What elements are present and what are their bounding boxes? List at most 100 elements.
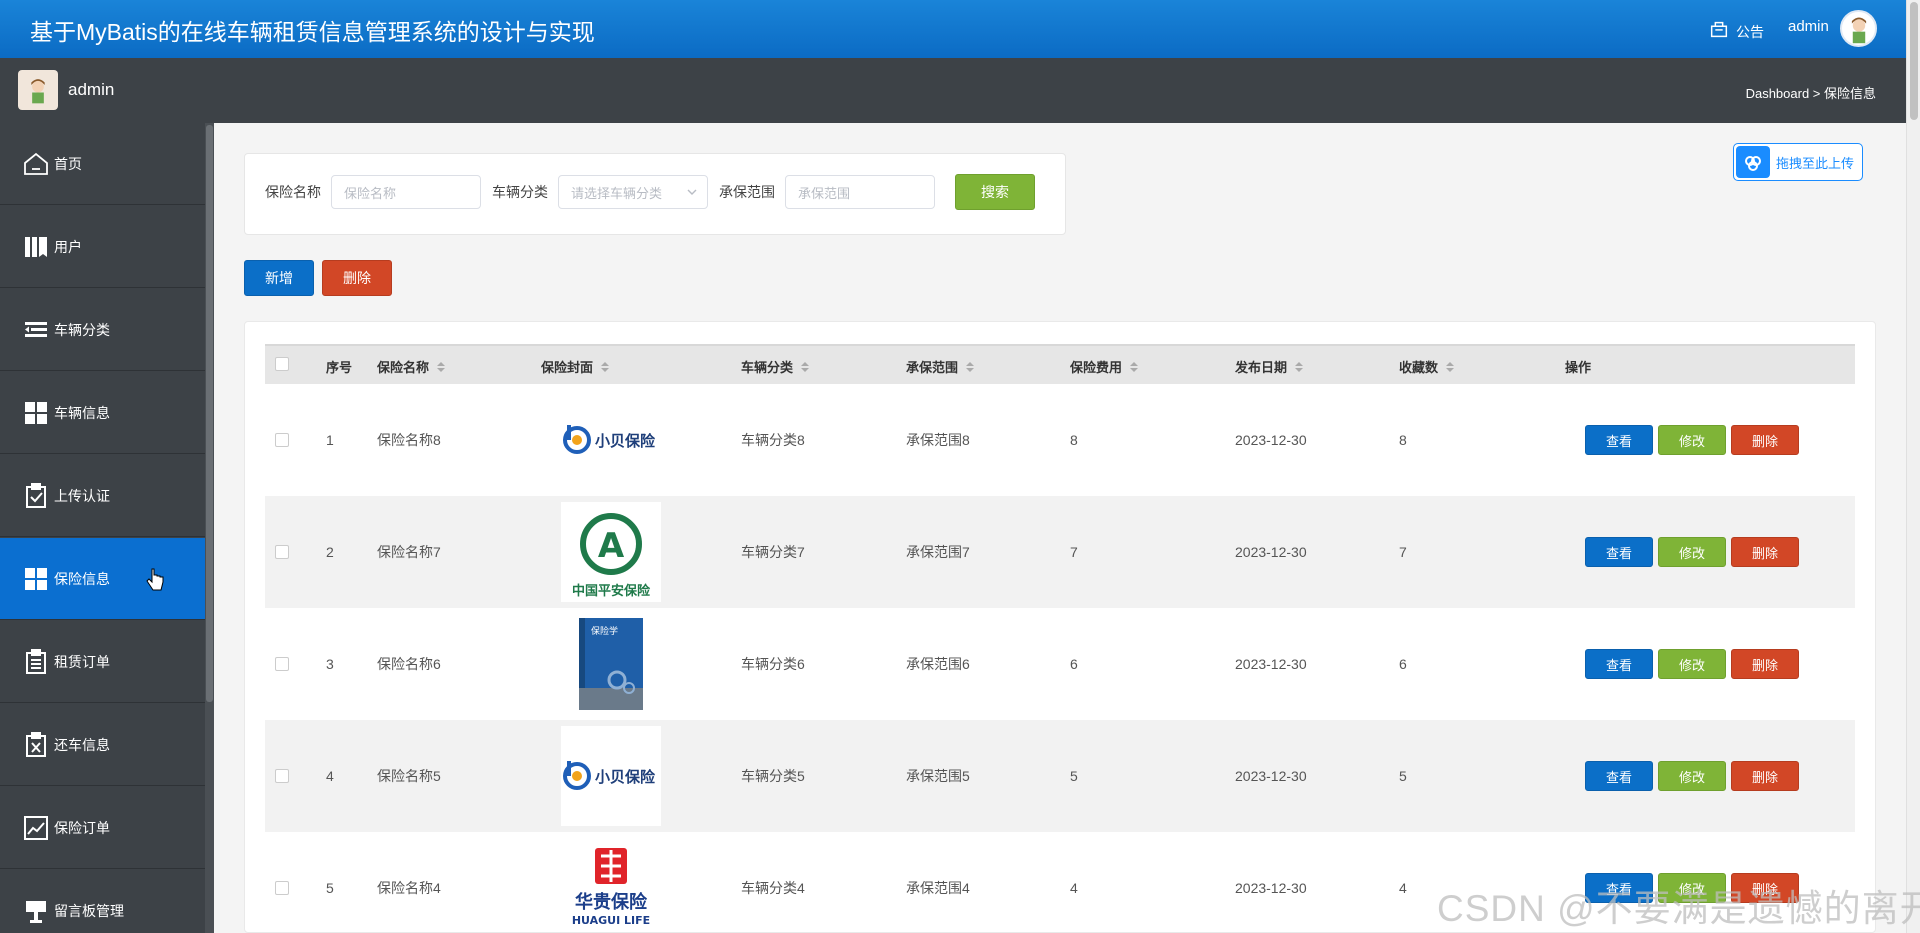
view-button[interactable]: 查看 <box>1585 537 1653 567</box>
delete-button[interactable]: 删除 <box>1731 649 1799 679</box>
search-scope-input[interactable]: 承保范围 <box>785 175 935 209</box>
add-button[interactable]: 新增 <box>244 260 314 296</box>
upload-label: 拖拽至此上传 <box>1776 155 1855 171</box>
edit-button[interactable]: 修改 <box>1658 649 1726 679</box>
search-name-field: 保险名称 保险名称 <box>265 175 481 209</box>
search-name-input[interactable]: 保险名称 <box>331 175 481 209</box>
page-scrollbar[interactable] <box>1906 0 1920 933</box>
sidebar-item-return-info[interactable]: 还车信息 <box>0 704 205 786</box>
sidebar-item-label: 车辆分类 <box>54 321 110 338</box>
sidebar-item-insurance-info[interactable]: 保险信息 <box>0 538 214 620</box>
trend-chart-icon <box>24 815 48 840</box>
breadcrumb: Dashboard > 保险信息 <box>1745 86 1876 101</box>
cell-name: 保险名称7 <box>377 544 441 560</box>
sidebar-item-label: 还车信息 <box>54 736 110 753</box>
sidebar-item-home[interactable]: 首页 <box>0 123 205 205</box>
sidebar-scrollbar[interactable] <box>205 123 214 933</box>
sort-icon[interactable] <box>1130 361 1139 372</box>
cell-favorites: 7 <box>1399 544 1407 560</box>
delete-button[interactable]: 删除 <box>1731 425 1799 455</box>
cell-fee: 4 <box>1070 880 1078 896</box>
search-category-field: 车辆分类 请选择车辆分类 <box>492 175 708 209</box>
drag-upload-button[interactable]: 拖拽至此上传 <box>1733 143 1863 181</box>
sidebar-item-insurance-orders[interactable]: 保险订单 <box>0 787 205 869</box>
search-category-select[interactable]: 请选择车辆分类 <box>558 175 708 209</box>
header-avatar[interactable] <box>1840 10 1877 47</box>
col-date[interactable]: 发布日期 <box>1235 357 1304 376</box>
book-cover-icon: 保险学 <box>579 618 643 710</box>
grid-icon <box>25 401 47 424</box>
col-cover[interactable]: 保险封面 <box>541 357 610 376</box>
xiaobei-logo-icon: 小贝保险 <box>563 761 656 790</box>
podium-icon <box>26 900 46 923</box>
col-name[interactable]: 保险名称 <box>377 357 446 376</box>
row-checkbox[interactable] <box>275 881 289 895</box>
sort-icon[interactable] <box>437 361 446 372</box>
search-button[interactable]: 搜索 <box>955 174 1035 210</box>
col-fee[interactable]: 保险费用 <box>1070 357 1139 376</box>
delete-button[interactable]: 删除 <box>1731 537 1799 567</box>
sidebar-item-label: 首页 <box>54 155 82 172</box>
sort-icon[interactable] <box>801 361 810 372</box>
sort-icon[interactable] <box>966 361 975 372</box>
book-icon <box>25 236 47 257</box>
sidebar-item-users[interactable]: 用户 <box>0 206 205 288</box>
sidebar: 首页 用户 车辆分类 车辆信息 上传认证 保险信息 租赁订单 还车信息 保险订单… <box>0 123 214 933</box>
sidebar-item-vehicle-category[interactable]: 车辆分类 <box>0 289 205 371</box>
svg-text:小贝保险: 小贝保险 <box>595 432 656 450</box>
row-checkbox[interactable] <box>275 545 289 559</box>
select-all-checkbox[interactable] <box>275 357 289 371</box>
row-actions: 查看 修改 删除 <box>1585 649 1799 679</box>
cover-image[interactable]: A 中国平安保险 <box>561 502 661 602</box>
cover-image[interactable]: 华贵保险 HUAGUI LIFE <box>561 838 661 932</box>
col-scope[interactable]: 承保范围 <box>906 357 975 376</box>
view-button[interactable]: 查看 <box>1585 761 1653 791</box>
cell-scope: 承保范围8 <box>906 432 970 448</box>
sidebar-item-rental-orders[interactable]: 租赁订单 <box>0 621 205 703</box>
sort-icon[interactable] <box>1446 361 1455 372</box>
cell-scope: 承保范围6 <box>906 656 970 672</box>
sidebar-item-label: 保险订单 <box>54 819 110 836</box>
edit-button[interactable]: 修改 <box>1658 537 1726 567</box>
row-actions: 查看 修改 删除 <box>1585 425 1799 455</box>
cover-image[interactable]: 小贝保险 <box>561 726 661 826</box>
page-scrollbar-thumb[interactable] <box>1910 2 1918 120</box>
cell-date: 2023-12-30 <box>1235 656 1307 672</box>
row-checkbox[interactable] <box>275 657 289 671</box>
cover-image[interactable]: 小贝保险 <box>561 390 661 490</box>
cell-category: 车辆分类4 <box>741 880 805 896</box>
sidebar-item-upload-cert[interactable]: 上传认证 <box>0 455 205 537</box>
delete-button[interactable]: 删除 <box>1731 761 1799 791</box>
view-button[interactable]: 查看 <box>1585 425 1653 455</box>
cell-index: 5 <box>326 880 334 896</box>
sort-icon[interactable] <box>601 361 610 372</box>
cell-date: 2023-12-30 <box>1235 768 1307 784</box>
col-category[interactable]: 车辆分类 <box>741 357 810 376</box>
cloud-upload-icon <box>1736 146 1770 178</box>
table-row: 4 保险名称5 小贝保险 车辆分类5 承保范围5 5 2023-12-30 5 … <box>265 720 1855 832</box>
sidebar-scrollbar-thumb[interactable] <box>206 125 213 702</box>
row-checkbox[interactable] <box>275 769 289 783</box>
row-checkbox[interactable] <box>275 433 289 447</box>
col-favorites[interactable]: 收藏数 <box>1399 357 1455 376</box>
cell-index: 4 <box>326 768 334 784</box>
search-category-label: 车辆分类 <box>492 184 548 200</box>
view-button[interactable]: 查看 <box>1585 649 1653 679</box>
cell-name: 保险名称4 <box>377 880 441 896</box>
edit-button[interactable]: 修改 <box>1658 761 1726 791</box>
search-scope-field: 承保范围 承保范围 <box>719 175 935 209</box>
sort-icon[interactable] <box>1295 361 1304 372</box>
header-username[interactable]: admin <box>1788 18 1829 35</box>
sub-header: admin Dashboard > 保险信息 <box>0 58 1906 123</box>
cell-fee: 5 <box>1070 768 1078 784</box>
sidebar-item-vehicle-info[interactable]: 车辆信息 <box>0 372 205 454</box>
edit-button[interactable]: 修改 <box>1658 425 1726 455</box>
cover-image[interactable]: 保险学 <box>561 614 661 714</box>
notice-icon <box>1710 21 1728 38</box>
notice-link[interactable]: 公告 <box>1708 16 1764 42</box>
col-index: 序号 <box>326 360 353 375</box>
cell-favorites: 8 <box>1399 432 1407 448</box>
notice-label: 公告 <box>1736 24 1764 40</box>
batch-delete-button[interactable]: 删除 <box>322 260 392 296</box>
sidebar-item-message-board[interactable]: 留言板管理 <box>0 870 205 933</box>
